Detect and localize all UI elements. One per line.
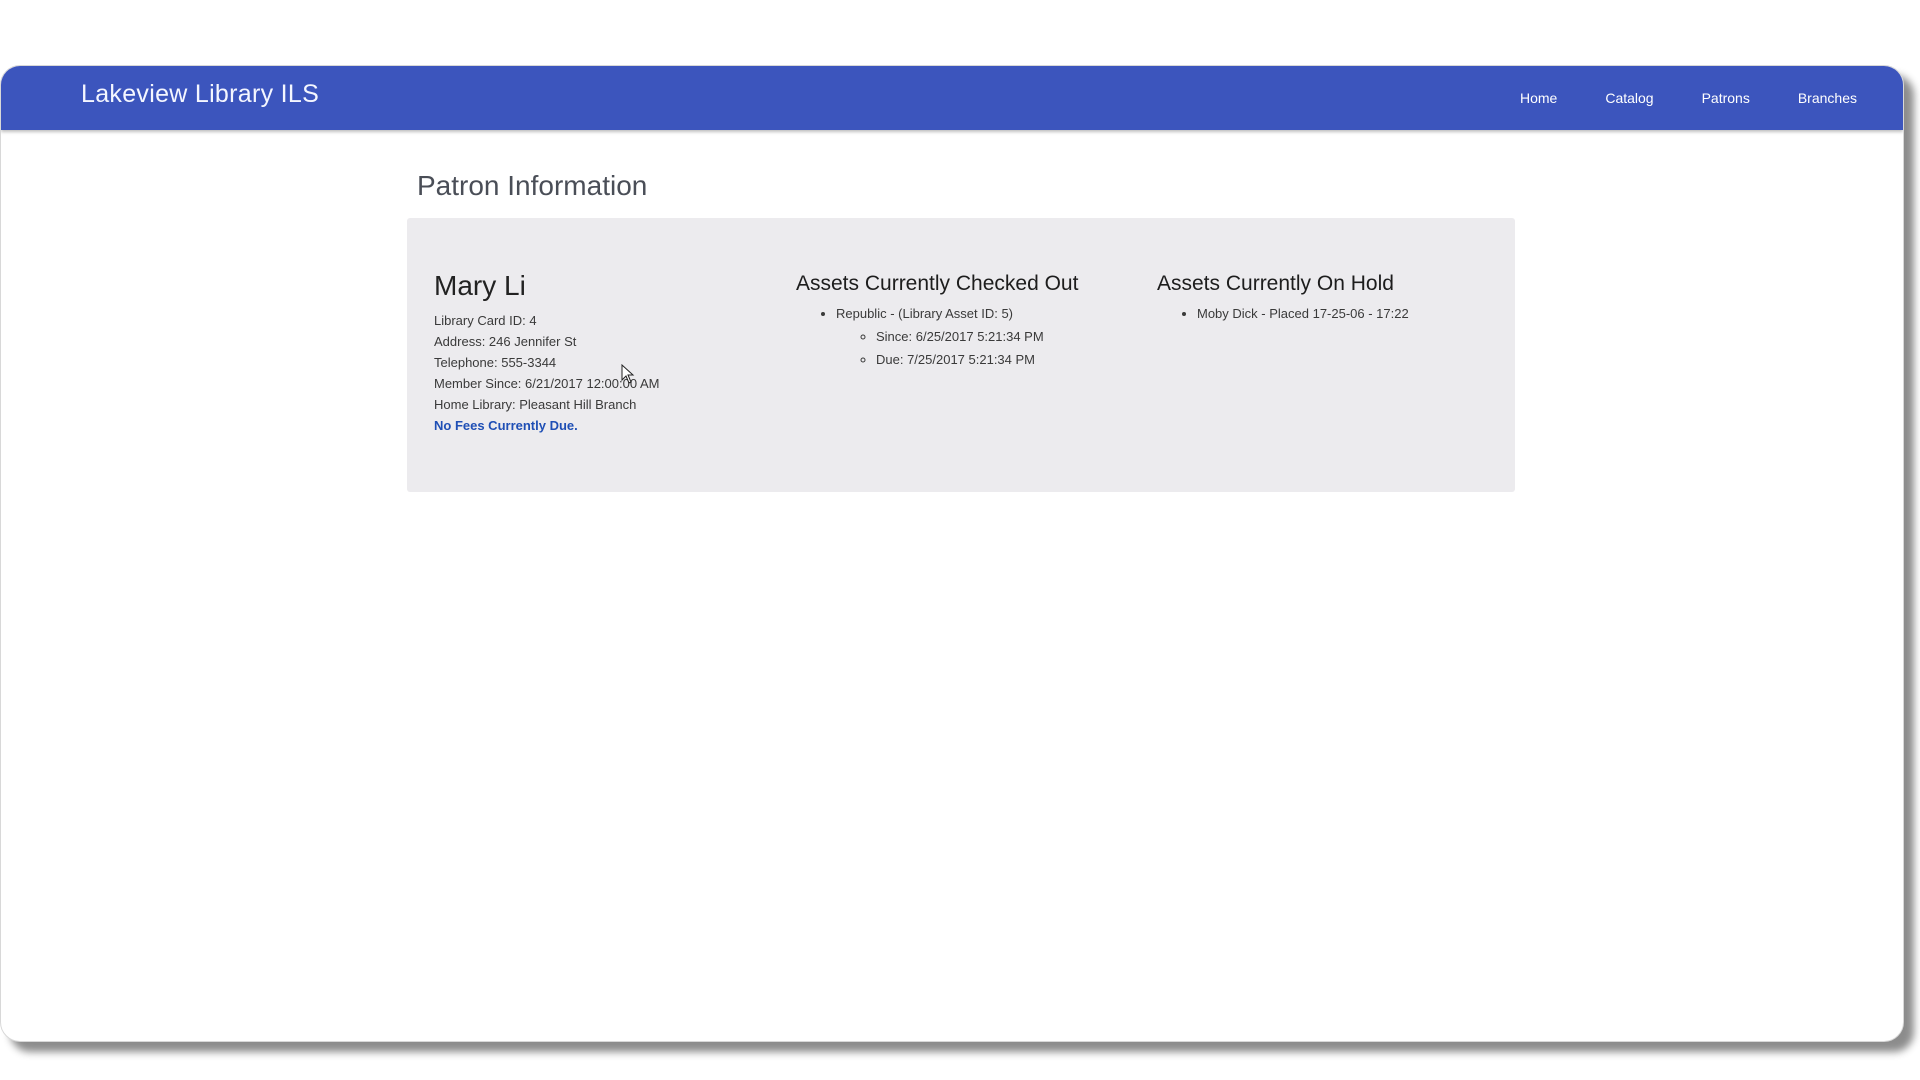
checked-out-heading: Assets Currently Checked Out — [796, 272, 1079, 295]
library-card-id: Library Card ID: 4 — [434, 313, 537, 328]
nav-links: Home Catalog Patrons Branches — [1472, 66, 1857, 130]
list-item: Moby Dick - Placed 17-25-06 - 17:22 — [1197, 302, 1409, 325]
nav-patrons[interactable]: Patrons — [1702, 90, 1750, 106]
patron-details: Mary Li Library Card ID: 4 Address: 246 … — [434, 270, 659, 436]
brand-link[interactable]: Lakeview Library ILS — [81, 80, 319, 109]
nav-home[interactable]: Home — [1520, 90, 1557, 106]
on-hold-list: Moby Dick - Placed 17-25-06 - 17:22 — [1157, 302, 1409, 325]
browser-window: Lakeview Library ILS Home Catalog Patron… — [0, 65, 1904, 1042]
patron-address: Address: 246 Jennifer St — [434, 334, 577, 349]
page-title: Patron Information — [417, 170, 648, 201]
checked-out-dates: Since: 6/25/2017 5:21:34 PM Due: 7/25/20… — [836, 325, 1078, 371]
home-library: Home Library: Pleasant Hill Branch — [434, 397, 637, 412]
list-item: Republic - (Library Asset ID: 5) Since: … — [836, 302, 1078, 371]
checked-out-title: Republic - (Library Asset ID: 5) — [836, 306, 1014, 321]
checked-out-list: Republic - (Library Asset ID: 5) Since: … — [796, 302, 1078, 371]
patron-panel: Mary Li Library Card ID: 4 Address: 246 … — [407, 218, 1515, 492]
checked-out-section: Assets Currently Checked Out Republic - … — [796, 272, 1078, 371]
on-hold-heading: Assets Currently On Hold — [1157, 272, 1394, 295]
on-hold-section: Assets Currently On Hold Moby Dick - Pla… — [1157, 272, 1409, 325]
mouse-pointer-icon — [621, 364, 635, 384]
top-navbar: Lakeview Library ILS Home Catalog Patron… — [1, 66, 1903, 130]
nav-catalog[interactable]: Catalog — [1605, 90, 1653, 106]
nav-branches[interactable]: Branches — [1798, 90, 1857, 106]
checkout-since: Since: 6/25/2017 5:21:34 PM — [876, 325, 1078, 348]
checkout-due: Due: 7/25/2017 5:21:34 PM — [876, 348, 1078, 371]
fees-status: No Fees Currently Due. — [434, 418, 578, 433]
patron-name: Mary Li — [434, 270, 526, 301]
